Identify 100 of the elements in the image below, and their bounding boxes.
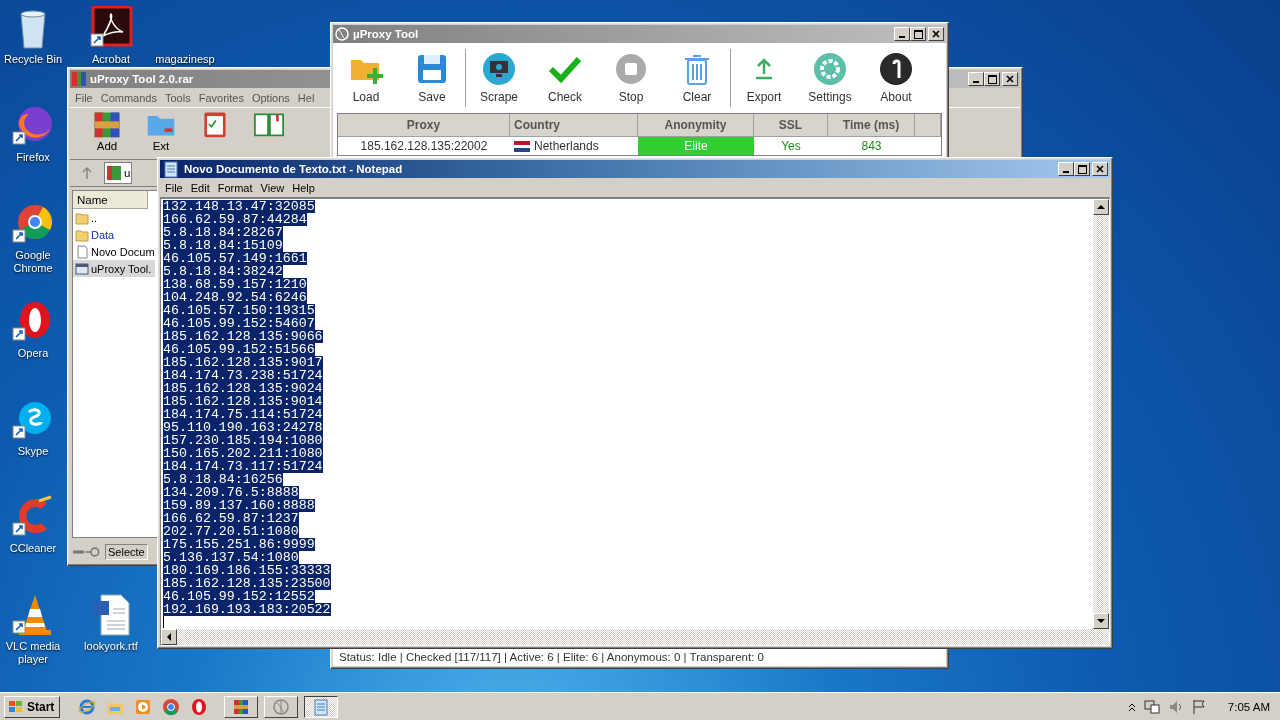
desktop-icon-label[interactable]: CCleaner bbox=[9, 542, 57, 555]
taskbar-button[interactable] bbox=[304, 695, 339, 718]
text-area[interactable] bbox=[161, 199, 1093, 629]
file-row[interactable]: Novo Docum bbox=[73, 243, 159, 260]
browser-icon bbox=[11, 202, 55, 246]
menu-item[interactable]: View bbox=[257, 181, 290, 194]
menu-item[interactable]: Format bbox=[214, 181, 258, 194]
close-button[interactable] bbox=[928, 27, 944, 41]
column-header[interactable]: SSL bbox=[754, 114, 828, 137]
minimize-button[interactable] bbox=[968, 72, 984, 86]
toolbar-button[interactable]: Stop bbox=[598, 49, 664, 107]
browser-icon bbox=[162, 697, 181, 716]
application-icon bbox=[75, 261, 89, 276]
file-row[interactable]: Data bbox=[73, 226, 119, 243]
table-cell-text: Yes bbox=[780, 138, 802, 155]
maximize-button[interactable] bbox=[910, 27, 926, 41]
pdf-icon bbox=[89, 6, 133, 50]
column-header[interactable]: Anonymity bbox=[638, 114, 754, 137]
toolbar-button[interactable]: Scrape bbox=[466, 49, 532, 107]
play-icon bbox=[134, 697, 153, 716]
desktop-icon-label[interactable]: lookyork.rtf bbox=[84, 640, 138, 653]
folder-icon bbox=[75, 227, 89, 242]
desktop-icon-label[interactable]: Acrobat bbox=[92, 53, 130, 66]
left-arrow-icon bbox=[165, 633, 173, 641]
file-row[interactable]: .. bbox=[73, 209, 102, 226]
desktop-icon-label[interactable]: magazinesp bbox=[155, 53, 215, 66]
status-text: Selecte bbox=[105, 544, 148, 560]
column-header[interactable]: Time (ms) bbox=[828, 114, 915, 137]
maximize-button[interactable] bbox=[1074, 162, 1090, 176]
file-icon bbox=[75, 244, 89, 259]
windows-flag-icon bbox=[8, 699, 24, 714]
desktop-icon-label[interactable]: Skype bbox=[17, 445, 49, 458]
down-arrow-icon bbox=[1097, 617, 1105, 625]
toolbar-button[interactable]: Load bbox=[333, 49, 399, 107]
maximize-button[interactable] bbox=[984, 72, 1000, 86]
menu-item[interactable]: File bbox=[162, 181, 188, 194]
toolbar-label[interactable]: Ext bbox=[152, 140, 170, 152]
scroll-down-button[interactable] bbox=[1093, 613, 1109, 629]
minimize-button[interactable] bbox=[1058, 162, 1074, 176]
flag-icon[interactable] bbox=[1191, 698, 1206, 715]
chevron-up-icon[interactable] bbox=[1127, 701, 1136, 712]
toolbar-button[interactable]: Export bbox=[731, 49, 797, 107]
window-title: uProxy Tool 2.0.rar bbox=[90, 73, 195, 85]
scroll-left-button[interactable] bbox=[161, 629, 177, 645]
maximize-icon bbox=[987, 74, 997, 84]
close-button[interactable] bbox=[1002, 72, 1018, 86]
menu-item[interactable]: Hel bbox=[294, 91, 320, 104]
ring-icon bbox=[190, 697, 209, 716]
start-button[interactable]: Start bbox=[4, 695, 61, 718]
toolbar-button[interactable]: Clear bbox=[664, 49, 730, 107]
vertical-scrollbar[interactable] bbox=[1093, 199, 1109, 629]
browser-icon bbox=[78, 697, 97, 716]
settings-icon bbox=[813, 52, 847, 86]
network-icon[interactable] bbox=[1143, 698, 1160, 715]
table-cell-text: 185.162.128.135:22002 bbox=[359, 138, 489, 155]
menu-item[interactable]: Options bbox=[248, 91, 295, 104]
menu-item[interactable]: Tools bbox=[162, 91, 196, 104]
toolbar-button[interactable]: About bbox=[863, 49, 929, 107]
folder-icon bbox=[75, 210, 89, 225]
table-cell: Elite bbox=[638, 137, 754, 155]
maximize-icon bbox=[1077, 164, 1087, 174]
toolbar-button[interactable]: Save bbox=[399, 49, 465, 107]
close-button[interactable] bbox=[1092, 162, 1108, 176]
window-title: Novo Documento de Texto.txt - Notepad bbox=[184, 163, 404, 175]
table-cell: Netherlands bbox=[510, 137, 638, 155]
column-header[interactable]: Country bbox=[510, 114, 638, 137]
desktop-icon-label[interactable]: VLC media player bbox=[0, 640, 66, 666]
menu-item[interactable]: Edit bbox=[187, 181, 215, 194]
menu-item[interactable]: Commands bbox=[97, 91, 162, 104]
monitor-icon bbox=[482, 52, 516, 86]
toolbar-label[interactable]: Add bbox=[96, 140, 118, 152]
maximize-icon bbox=[913, 29, 923, 39]
notepad-icon bbox=[312, 697, 331, 716]
table-cell-text: 843 bbox=[860, 138, 883, 155]
close-icon bbox=[932, 30, 940, 38]
desktop-icon-label[interactable]: Recycle Bin bbox=[3, 53, 63, 66]
minimize-button[interactable] bbox=[894, 27, 910, 41]
file-row[interactable]: uProxy Tool. bbox=[73, 260, 156, 277]
scroll-up-button[interactable] bbox=[1093, 199, 1109, 215]
close-icon bbox=[1006, 75, 1014, 83]
horizontal-scrollbar[interactable] bbox=[161, 629, 1109, 645]
path-field[interactable]: u bbox=[104, 162, 132, 184]
clock[interactable]: 7:05 AM bbox=[1227, 700, 1270, 713]
menu-item[interactable]: File bbox=[72, 91, 98, 104]
desktop-icon-label[interactable]: Firefox bbox=[16, 151, 50, 164]
column-header[interactable]: Proxy bbox=[338, 114, 510, 137]
menu-item[interactable]: Favorites bbox=[195, 91, 249, 104]
archive-icon bbox=[107, 166, 121, 180]
window-title: µProxy Tool bbox=[353, 28, 420, 40]
info-icon bbox=[879, 52, 913, 86]
toolbar-button[interactable]: Settings bbox=[797, 49, 863, 107]
archive-icon bbox=[72, 72, 86, 86]
browser-icon bbox=[11, 104, 55, 148]
column-header[interactable]: Name bbox=[73, 191, 148, 209]
up-arrow-icon bbox=[1097, 203, 1105, 211]
menu-item[interactable]: Help bbox=[289, 181, 320, 194]
desktop-icon-label[interactable]: Opera bbox=[17, 347, 49, 360]
toolbar-button[interactable]: Check bbox=[532, 49, 598, 107]
key-icon bbox=[73, 546, 101, 558]
desktop-icon-label[interactable]: Google Chrome bbox=[0, 249, 66, 275]
